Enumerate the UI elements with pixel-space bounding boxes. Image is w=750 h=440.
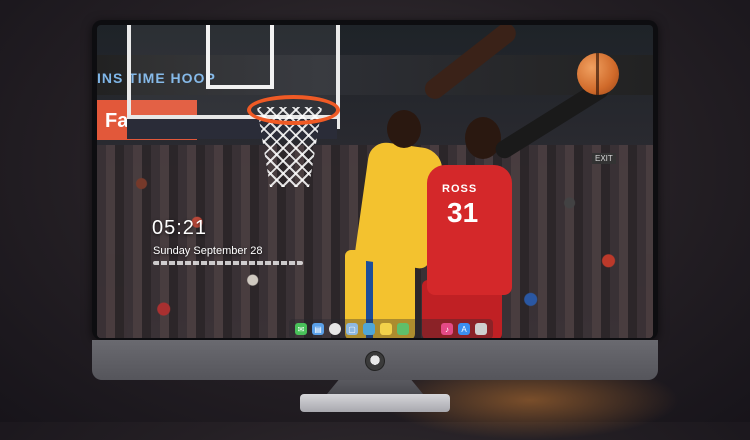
notes-icon[interactable]: [380, 323, 392, 335]
backboard-square: [206, 25, 274, 89]
appstore-icon[interactable]: A: [458, 323, 470, 335]
lock-screen-date: Sunday September 28: [153, 245, 263, 257]
monitor-stand-foot: [300, 394, 450, 412]
files-icon[interactable]: ▤: [312, 323, 324, 335]
messages-icon[interactable]: ✉: [295, 323, 307, 335]
folder-icon[interactable]: [363, 323, 375, 335]
brand-logo-icon: [365, 351, 385, 371]
jersey-number: 31: [447, 197, 479, 228]
lock-screen-time: 05:21: [152, 217, 208, 239]
jersey-name: ROSS: [442, 183, 478, 195]
music-icon[interactable]: ♪: [441, 323, 453, 335]
monitor-stand-neck: [327, 380, 423, 394]
preview-icon[interactable]: ▢: [346, 323, 358, 335]
photos-icon[interactable]: [475, 323, 487, 335]
dock: ✉ ▤ ▢ ♪ A: [289, 319, 493, 338]
monitor-bezel: INS TIME HOOP Farm EXIT ROSS 31 05:2: [92, 20, 658, 340]
chrome-icon[interactable]: [329, 323, 341, 335]
lock-screen-subtext-bar: [153, 261, 303, 265]
basketball: [577, 53, 619, 95]
screen[interactable]: INS TIME HOOP Farm EXIT ROSS 31 05:2: [97, 25, 653, 338]
maps-icon[interactable]: [397, 323, 409, 335]
monitor: INS TIME HOOP Farm EXIT ROSS 31 05:2: [92, 20, 658, 382]
player-yellow-head: [387, 110, 421, 148]
basket-rim: [247, 95, 340, 125]
exit-sign: EXIT: [592, 153, 616, 164]
